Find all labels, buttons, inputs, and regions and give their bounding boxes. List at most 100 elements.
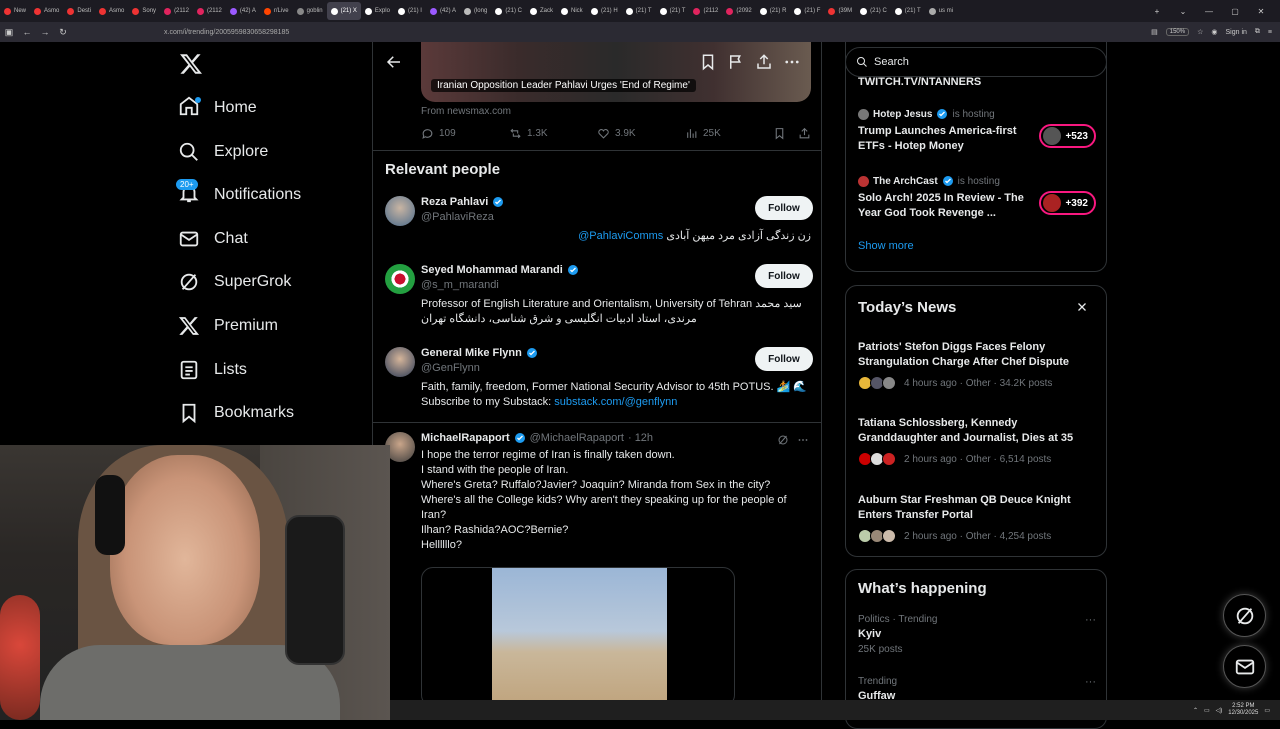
show-more-link[interactable]: Show more	[858, 240, 914, 252]
extensions-icon[interactable]: ⧉	[1255, 28, 1260, 36]
forward-icon[interactable]: →	[36, 27, 54, 37]
zoom-level[interactable]: 150%	[1165, 28, 1190, 36]
browser-tab[interactable]: (long	[460, 2, 491, 20]
browser-tab[interactable]: (21) T	[891, 2, 925, 20]
browser-tab[interactable]: (21) F	[790, 2, 824, 20]
clock[interactable]: 2:52 PM 12/30/2025	[1228, 703, 1258, 717]
sidebar-item-notifications[interactable]: 20+ Notifications	[176, 178, 301, 211]
new-tab-button[interactable]: +	[1146, 7, 1168, 16]
browser-tab[interactable]: (21) H	[587, 2, 622, 20]
browser-tab[interactable]: (42) A	[226, 2, 260, 20]
browser-tab[interactable]: (42) A	[426, 2, 460, 20]
browser-tab[interactable]: Nick	[557, 2, 587, 20]
flag-icon[interactable]	[727, 53, 745, 71]
sidebar-item-explore[interactable]: Explore	[178, 136, 268, 168]
grok-fab-button[interactable]	[1223, 594, 1266, 637]
browser-tab[interactable]: us mi	[925, 2, 957, 20]
browser-tab[interactable]: (21) R	[756, 2, 791, 20]
x-logo-icon[interactable]	[179, 52, 203, 76]
sidebar-item-premium[interactable]: Premium	[178, 310, 278, 342]
browser-tab[interactable]: Asmo	[95, 2, 128, 20]
maximize-button[interactable]: ▢	[1224, 7, 1246, 16]
messages-fab-button[interactable]	[1223, 645, 1266, 688]
live-listener-count[interactable]: +392	[1039, 191, 1096, 215]
post-media[interactable]	[421, 567, 735, 707]
person-handle[interactable]: @GenFlynn	[421, 362, 480, 374]
notification-icon[interactable]: ▭	[1264, 707, 1270, 714]
post-image[interactable]	[492, 568, 667, 706]
news-item[interactable]: Auburn Star Freshman QB Deuce Knight Ent…	[858, 493, 1094, 543]
sidebar-item-bookmarks[interactable]: Bookmarks	[178, 397, 294, 429]
menu-icon[interactable]: ≡	[1268, 29, 1272, 36]
author-name[interactable]: MichaelRapaport	[421, 432, 510, 444]
person-handle[interactable]: @PahlaviReza	[421, 211, 494, 223]
sidebar-item-supergrok[interactable]: SuperGrok	[178, 266, 291, 298]
follow-button[interactable]: Follow	[755, 196, 813, 220]
share-icon[interactable]	[755, 53, 773, 71]
browser-tab[interactable]: Desti	[63, 2, 95, 20]
tab-list-button[interactable]: ⌄	[1172, 7, 1194, 16]
avatar[interactable]	[385, 347, 415, 377]
close-icon[interactable]	[1076, 301, 1088, 313]
person-card[interactable]: Reza Pahlavi @PahlaviReza @PahlaviComms …	[385, 196, 813, 256]
browser-tab[interactable]: Zack	[526, 2, 557, 20]
more-icon[interactable]: ···	[1085, 614, 1096, 626]
back-icon[interactable]: ←	[18, 27, 36, 37]
close-window-button[interactable]: ✕	[1250, 7, 1272, 16]
news-item[interactable]: Tatiana Schlossberg, Kennedy Granddaught…	[858, 416, 1094, 466]
browser-tab[interactable]: Asmo	[30, 2, 63, 20]
browser-tab[interactable]: (21) T	[656, 2, 690, 20]
url-bar[interactable]: x.com/i/trending/2005959830658298185	[134, 24, 1124, 40]
more-icon[interactable]	[797, 434, 809, 446]
browser-tab[interactable]: Sony	[128, 2, 160, 20]
views-button[interactable]: 25K	[685, 127, 773, 140]
more-icon[interactable]: ···	[1085, 676, 1096, 688]
follow-button[interactable]: Follow	[755, 347, 813, 371]
repost-button[interactable]: 1.3K	[509, 127, 597, 140]
browser-tab[interactable]: (2112	[193, 2, 226, 20]
bio-link[interactable]: @PahlaviComms	[578, 230, 663, 242]
article-source[interactable]: From newsmax.com	[421, 106, 511, 117]
reader-icon[interactable]: ▤	[1151, 28, 1158, 36]
post-time[interactable]: · 12h	[628, 432, 653, 444]
browser-tab[interactable]: (2092	[722, 2, 755, 20]
browser-tab[interactable]: (21) C	[856, 2, 891, 20]
person-handle[interactable]: @s_m_marandi	[421, 279, 499, 291]
person-name[interactable]: General Mike Flynn	[421, 347, 538, 359]
reload-icon[interactable]: ↻	[54, 27, 72, 38]
trend-item[interactable]: Politics · Trending Kyiv 25K posts ···	[858, 614, 1096, 655]
browser-tab[interactable]: Explo	[361, 2, 394, 20]
browser-tab[interactable]: (21) I	[394, 2, 426, 20]
person-card[interactable]: Seyed Mohammad Marandi @s_m_marandi Prof…	[385, 264, 813, 334]
browser-tab[interactable]: (21) X	[326, 2, 361, 20]
browser-tab[interactable]: (2112	[160, 2, 193, 20]
live-item[interactable]: The ArchCast is hosting Solo Arch! 2025 …	[858, 175, 1098, 221]
volume-icon[interactable]: ◁)	[1216, 707, 1223, 714]
news-item[interactable]: Patriots' Stefon Diggs Faces Felony Stra…	[858, 340, 1094, 390]
network-icon[interactable]: ▭	[1204, 707, 1210, 714]
person-name[interactable]: Reza Pahlavi	[421, 196, 504, 208]
follow-button[interactable]: Follow	[755, 264, 813, 288]
sidebar-item-home[interactable]: Home	[178, 92, 257, 124]
live-listener-count[interactable]: +523	[1039, 124, 1096, 148]
reply-button[interactable]: 109	[421, 127, 509, 140]
live-item[interactable]: Hotep Jesus is hosting Trump Launches Am…	[858, 108, 1098, 154]
bookmark-icon[interactable]	[699, 53, 717, 71]
search-input[interactable]: Search	[845, 47, 1107, 77]
like-button[interactable]: 3.9K	[597, 127, 685, 140]
tray-up-icon[interactable]: ⌃	[1193, 707, 1198, 714]
sign-in-link[interactable]: Sign in	[1226, 29, 1247, 36]
live-item-partial[interactable]: TWITCH.TV/NTANNERS	[858, 76, 981, 88]
more-icon[interactable]	[783, 53, 801, 71]
grok-icon[interactable]	[777, 434, 789, 446]
back-arrow-icon[interactable]	[385, 53, 403, 71]
browser-tab[interactable]: goblin	[293, 2, 327, 20]
minimize-button[interactable]: —	[1198, 7, 1220, 16]
sidebar-item-lists[interactable]: Lists	[178, 354, 247, 386]
sidebar-toggle-icon[interactable]: ▣	[0, 27, 18, 38]
browser-tab[interactable]: New	[0, 2, 30, 20]
person-card[interactable]: General Mike Flynn @GenFlynn Faith, fami…	[385, 347, 813, 417]
author-handle[interactable]: @MichaelRapaport	[530, 432, 624, 444]
browser-tab[interactable]: (39M	[824, 2, 856, 20]
share-icon[interactable]	[798, 127, 811, 140]
